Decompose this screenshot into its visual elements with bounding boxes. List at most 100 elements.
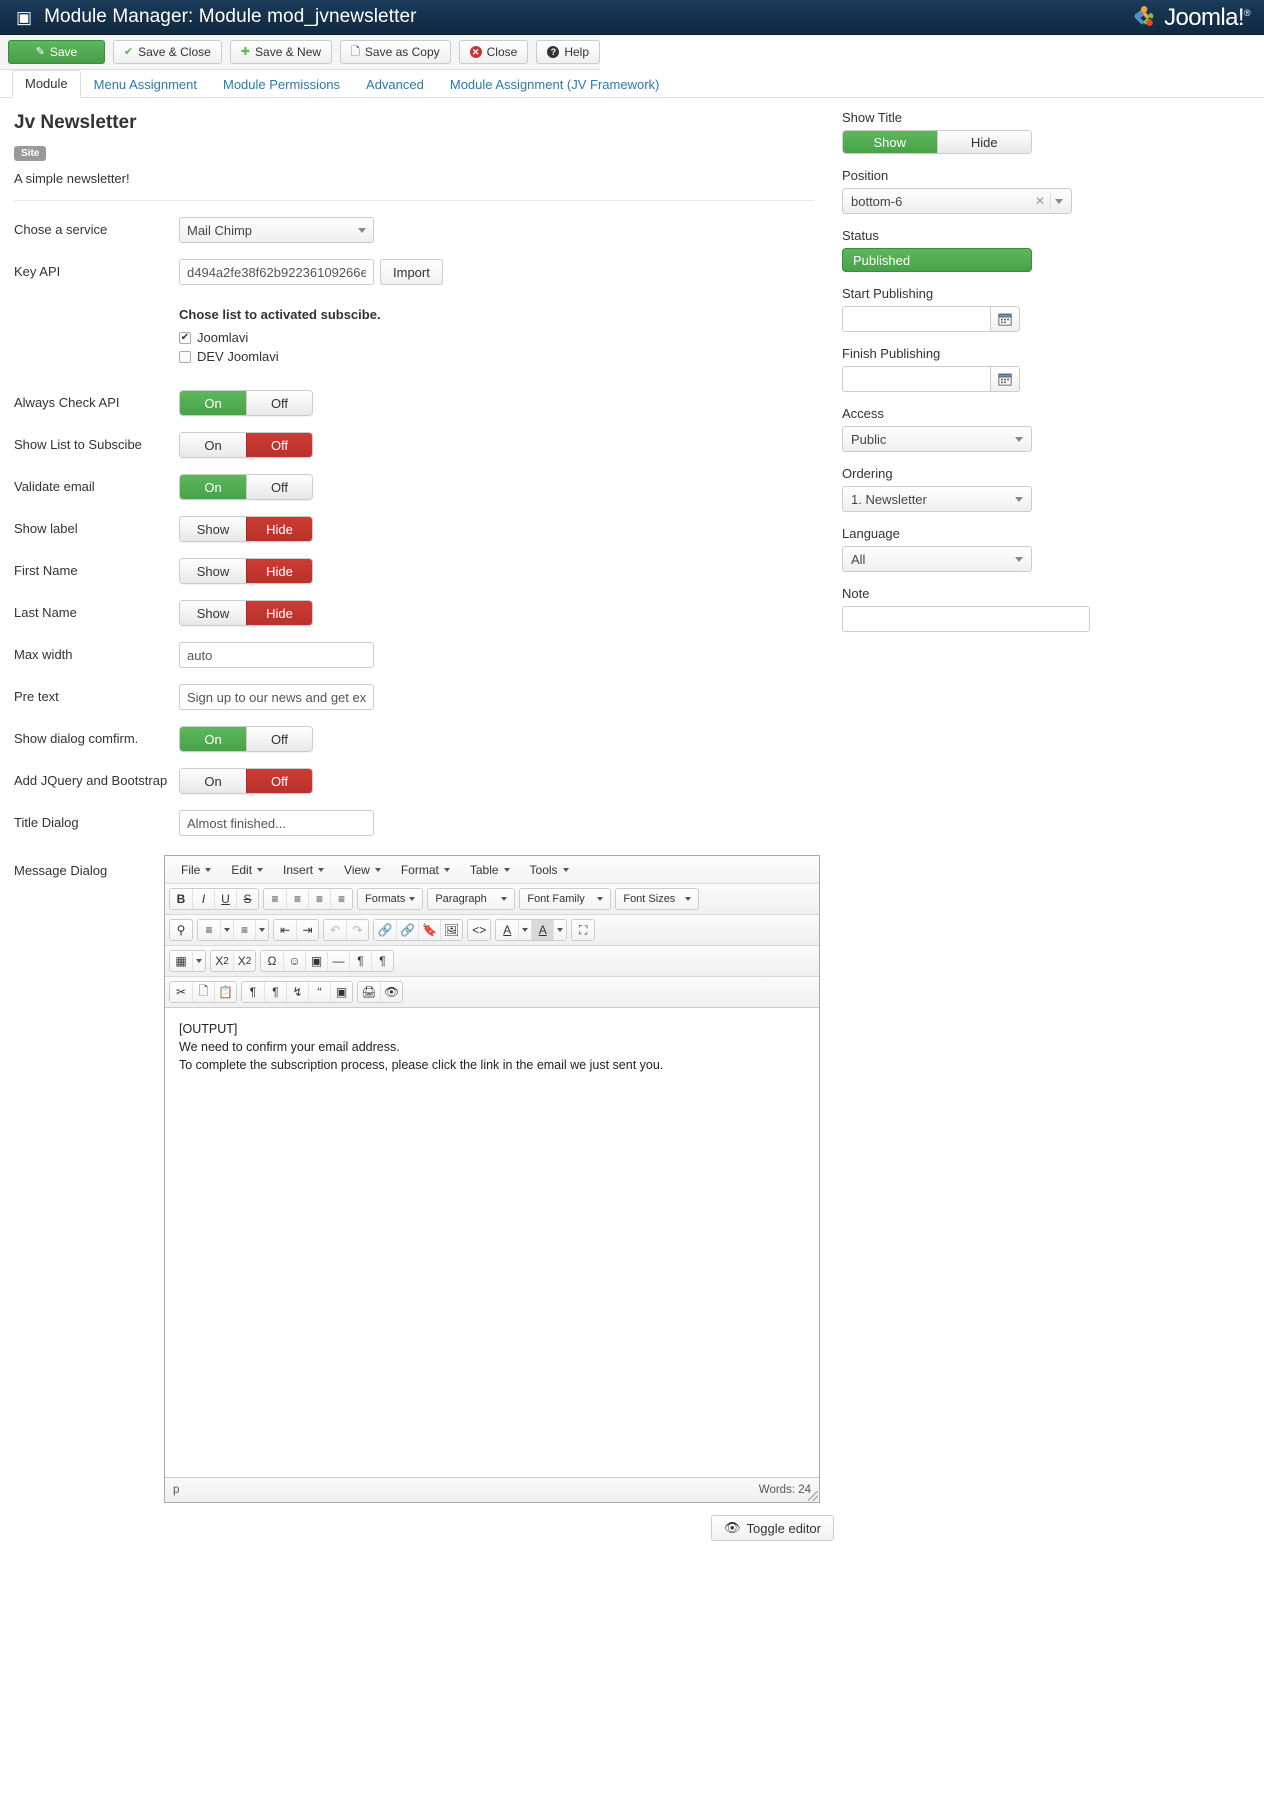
editor-element-path[interactable]: p [173, 1484, 179, 1496]
blockquote-icon[interactable]: “ [308, 982, 330, 1002]
first-name-toggle[interactable]: Show Hide [179, 558, 313, 584]
formats-dropdown[interactable]: Formats [357, 888, 424, 910]
note-input[interactable] [842, 606, 1090, 632]
tab-advanced[interactable]: Advanced [353, 71, 437, 98]
editor-menu-insert[interactable]: Insert [273, 861, 334, 879]
editor-menu-tools[interactable]: Tools [520, 861, 579, 879]
read-more-icon[interactable]: ↯ [286, 982, 308, 1002]
toggle-option-hide[interactable]: Hide [246, 517, 312, 541]
subscript-icon[interactable]: X2 [211, 951, 233, 971]
help-button[interactable]: ? Help [536, 40, 600, 64]
background-color-icon[interactable]: A [531, 920, 554, 940]
toggle-option-on[interactable]: On [180, 433, 246, 457]
add-jquery-bootstrap-toggle[interactable]: On Off [179, 768, 313, 794]
undo-icon[interactable]: ↶ [324, 920, 346, 940]
show-title-toggle[interactable]: Show Hide [842, 130, 1032, 154]
background-color-chevron-down-icon[interactable] [553, 920, 567, 940]
align-justify-icon[interactable]: ≡ [330, 889, 352, 909]
outdent-icon[interactable]: ⇤ [274, 920, 296, 940]
save-new-button[interactable]: ✚ Save & New [229, 40, 333, 64]
toggle-editor-button[interactable]: 👁 Toggle editor [711, 1515, 834, 1541]
preview-icon[interactable]: 👁 [380, 982, 403, 1002]
toggle-option-on[interactable]: On [180, 769, 246, 793]
image-icon[interactable]: 🖼 [440, 920, 463, 940]
clear-position-icon[interactable]: ✕ [1035, 194, 1045, 208]
toggle-option-show[interactable]: Show [180, 517, 246, 541]
ordering-select[interactable]: 1. Newsletter [842, 486, 1032, 512]
pre-text-input[interactable] [179, 684, 374, 710]
start-publishing-input[interactable] [842, 306, 990, 332]
language-select[interactable]: All [842, 546, 1032, 572]
toggle-option-show[interactable]: Show [180, 601, 246, 625]
editor-content-area[interactable]: [OUTPUT] We need to confirm your email a… [165, 1008, 819, 1478]
toggle-option-hide[interactable]: Hide [246, 559, 312, 583]
text-color-chevron-down-icon[interactable] [518, 920, 532, 940]
show-title-option-show[interactable]: Show [843, 131, 937, 153]
list-item[interactable]: DEV Joomlavi [179, 349, 820, 364]
print-icon[interactable]: 🖨 [358, 982, 380, 1002]
checkbox-dev-joomlavi[interactable] [179, 350, 191, 363]
font-family-dropdown[interactable]: Font Family [519, 888, 612, 910]
numbered-list-icon[interactable]: ≡ [233, 920, 255, 940]
media-icon[interactable]: ▣ [305, 951, 327, 971]
service-select[interactable]: Mail Chimp [179, 217, 374, 243]
toggle-option-off[interactable]: Off [246, 433, 312, 457]
import-button[interactable]: Import [380, 259, 443, 285]
save-close-button[interactable]: ✔ Save & Close [112, 40, 222, 64]
special-character-icon[interactable]: Ω [261, 951, 283, 971]
editor-menu-view[interactable]: View [334, 861, 391, 879]
checkbox-joomlavi[interactable]: ✔ [179, 331, 191, 344]
show-label-toggle[interactable]: Show Hide [179, 516, 313, 542]
table-icon[interactable]: ▦ [170, 951, 192, 971]
toggle-option-off[interactable]: Off [246, 727, 312, 751]
paragraph-dropdown[interactable]: Paragraph [427, 888, 516, 910]
finish-publishing-input[interactable] [842, 366, 990, 392]
tab-module[interactable]: Module [12, 70, 81, 98]
tab-module-permissions[interactable]: Module Permissions [210, 71, 353, 98]
title-dialog-input[interactable] [179, 810, 374, 836]
strikethrough-icon[interactable]: S [236, 889, 258, 909]
search-replace-icon[interactable]: ⚲ [170, 920, 192, 940]
text-color-icon[interactable]: A [496, 920, 519, 940]
page-break-icon[interactable]: ▣ [330, 982, 352, 1002]
toggle-option-hide[interactable]: Hide [246, 601, 312, 625]
bullet-list-icon[interactable]: ≡ [198, 920, 220, 940]
align-center-icon[interactable]: ≡ [286, 889, 308, 909]
list-item[interactable]: ✔ Joomlavi [179, 330, 820, 345]
right-to-left-icon[interactable]: ¶ [371, 951, 393, 971]
table-chevron-down-icon[interactable] [192, 951, 205, 971]
save-copy-button[interactable]: 🗋 Save as Copy [340, 40, 451, 64]
status-select[interactable]: Published [842, 248, 1032, 272]
close-button[interactable]: ✕ Close [458, 40, 529, 64]
source-code-icon[interactable]: <> [468, 920, 491, 940]
show-list-to-subscibe-toggle[interactable]: On Off [179, 432, 313, 458]
paste-as-text-icon[interactable]: ¶ [242, 982, 264, 1002]
toggle-option-off[interactable]: Off [246, 769, 312, 793]
editor-menu-edit[interactable]: Edit [221, 861, 273, 879]
position-select[interactable]: bottom-6 ✕ [842, 188, 1072, 214]
max-width-input[interactable] [179, 642, 374, 668]
redo-icon[interactable]: ↷ [346, 920, 368, 940]
align-right-icon[interactable]: ≡ [308, 889, 330, 909]
toggle-option-off[interactable]: Off [246, 475, 312, 499]
key-api-input[interactable] [179, 259, 374, 285]
calendar-icon[interactable] [990, 366, 1020, 392]
bold-icon[interactable]: B [170, 889, 192, 909]
indent-icon[interactable]: ⇥ [296, 920, 318, 940]
toggle-option-on[interactable]: On [180, 475, 246, 499]
toggle-option-on[interactable]: On [180, 727, 246, 751]
editor-menu-file[interactable]: File [171, 861, 221, 879]
left-to-right-icon[interactable]: ¶ [349, 951, 371, 971]
toggle-option-show[interactable]: Show [180, 559, 246, 583]
calendar-icon[interactable] [990, 306, 1020, 332]
copy-icon[interactable]: 🗋 [192, 982, 214, 1002]
editor-menu-format[interactable]: Format [391, 861, 460, 879]
unlink-icon[interactable]: 🔗 [396, 920, 418, 940]
superscript-icon[interactable]: X2 [233, 951, 255, 971]
always-check-api-toggle[interactable]: On Off [179, 390, 313, 416]
last-name-toggle[interactable]: Show Hide [179, 600, 313, 626]
numbered-list-chevron-down-icon[interactable] [255, 920, 268, 940]
italic-icon[interactable]: I [192, 889, 214, 909]
anchor-icon[interactable]: 🔖 [418, 920, 440, 940]
font-sizes-dropdown[interactable]: Font Sizes [615, 888, 700, 910]
